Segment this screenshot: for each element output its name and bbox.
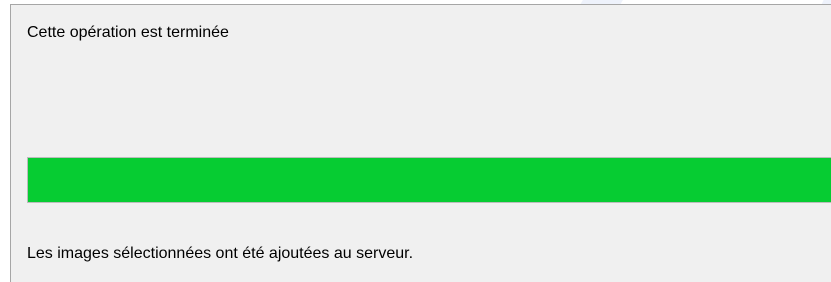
progress-panel: Cette opération est terminée Les images … [10,4,831,282]
status-title: Cette opération est terminée [27,24,229,41]
upload-progress-dialog: Cette opération est terminée Les images … [0,0,831,282]
progress-bar-fill [28,158,831,202]
status-message: Les images sélectionnées ont été ajoutée… [27,245,414,262]
progress-bar [27,157,831,203]
